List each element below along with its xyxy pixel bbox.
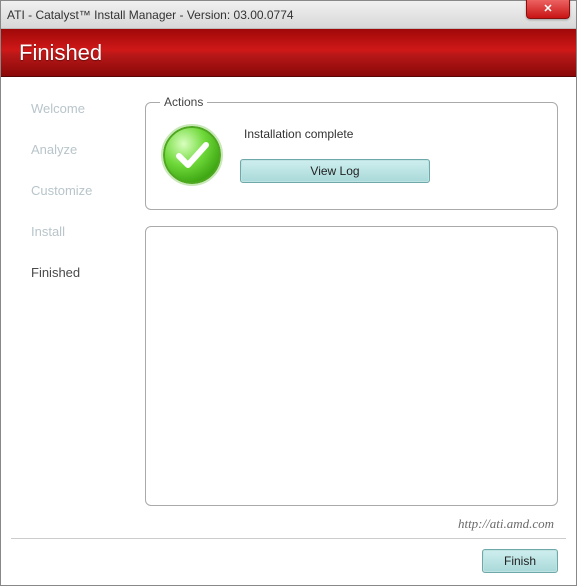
page-title: Finished — [19, 40, 102, 66]
finish-button[interactable]: Finish — [482, 549, 558, 573]
sidebar-item-finished: Finished — [15, 265, 145, 280]
checkmark-icon — [160, 123, 224, 187]
header-banner: Finished — [1, 29, 576, 77]
footer-buttons: Finish — [1, 541, 576, 585]
actions-text-column: Installation complete View Log — [240, 127, 543, 183]
body: Welcome Analyze Customize Install Finish… — [1, 77, 576, 585]
content: Actions — [145, 95, 558, 506]
installer-window: ATI - Catalyst™ Install Manager - Versio… — [0, 0, 577, 586]
titlebar: ATI - Catalyst™ Install Manager - Versio… — [1, 1, 576, 29]
footer-divider — [11, 538, 566, 539]
close-icon: ✕ — [543, 2, 552, 15]
main-area: Welcome Analyze Customize Install Finish… — [1, 77, 576, 514]
close-button[interactable]: ✕ — [526, 0, 570, 19]
actions-inner: Installation complete View Log — [160, 123, 543, 187]
actions-group: Actions — [145, 95, 558, 210]
sidebar-item-welcome: Welcome — [15, 101, 145, 116]
log-panel — [145, 226, 558, 506]
installation-message: Installation complete — [240, 127, 543, 141]
sidebar: Welcome Analyze Customize Install Finish… — [15, 95, 145, 506]
view-log-button[interactable]: View Log — [240, 159, 430, 183]
footer-url[interactable]: http://ati.amd.com — [1, 514, 576, 536]
sidebar-item-analyze: Analyze — [15, 142, 145, 157]
actions-legend: Actions — [160, 95, 207, 109]
window-title: ATI - Catalyst™ Install Manager - Versio… — [7, 8, 570, 22]
sidebar-item-customize: Customize — [15, 183, 145, 198]
sidebar-item-install: Install — [15, 224, 145, 239]
